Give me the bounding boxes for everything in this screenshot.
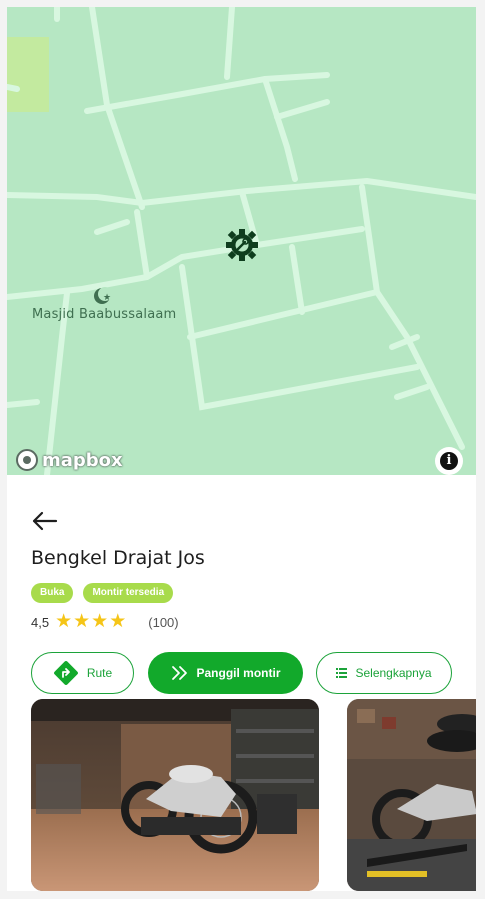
call-mechanic-label: Panggil montir	[196, 666, 281, 680]
mapbox-logo[interactable]: mapbox	[16, 449, 123, 471]
workshop-gear-icon[interactable]	[225, 228, 259, 262]
rating-row: 4,5 ★ ★ ★ ★ (100)	[31, 611, 179, 632]
map-view[interactable]: ★ Masjid Baabussalaam mapbox i	[7, 7, 476, 475]
workshop-photo-lift[interactable]	[347, 699, 476, 891]
svg-text:★: ★	[103, 293, 111, 303]
mosque-icon: ★	[94, 287, 112, 304]
workshop-photo-motorcycle[interactable]	[31, 699, 319, 891]
back-arrow-icon[interactable]	[31, 509, 59, 533]
motorcycle-photo-image	[31, 699, 319, 891]
route-button[interactable]: Rute	[31, 652, 134, 694]
mapbox-logo-icon	[16, 449, 38, 471]
route-icon	[53, 661, 78, 685]
route-button-label: Rute	[86, 666, 113, 680]
mapbox-wordmark: mapbox	[42, 449, 123, 471]
status-badge-open: Buka	[31, 583, 74, 603]
workshop-title: Bengkel Drajat Jos	[31, 547, 205, 569]
status-badges: Buka Montir tersedia	[31, 583, 174, 603]
map-info-button[interactable]: i	[435, 447, 463, 475]
lift-photo-image	[347, 699, 476, 891]
more-button-label: Selengkapnya	[355, 666, 432, 680]
star-icon: ★	[73, 611, 91, 632]
star-icon: ★	[55, 611, 73, 632]
more-button[interactable]: Selengkapnya	[316, 652, 452, 694]
status-badge-mechanic: Montir tersedia	[83, 583, 174, 603]
poi-label: Masjid Baabussalaam	[32, 307, 177, 322]
rating-stars: ★ ★ ★ ★	[55, 611, 127, 632]
rating-score: 4,5	[31, 614, 50, 630]
detail-sheet: Bengkel Drajat Jos Buka Montir tersedia …	[7, 475, 476, 891]
list-icon	[336, 668, 348, 678]
app-frame: ★ Masjid Baabussalaam mapbox i Bengkel D…	[7, 7, 476, 891]
call-mechanic-button[interactable]: Panggil montir	[148, 652, 303, 694]
info-icon: i	[440, 452, 458, 470]
star-icon: ★	[91, 611, 109, 632]
double-chevron-right-icon	[171, 666, 187, 680]
rating-count: (100)	[148, 614, 179, 630]
star-icon: ★	[109, 611, 127, 632]
